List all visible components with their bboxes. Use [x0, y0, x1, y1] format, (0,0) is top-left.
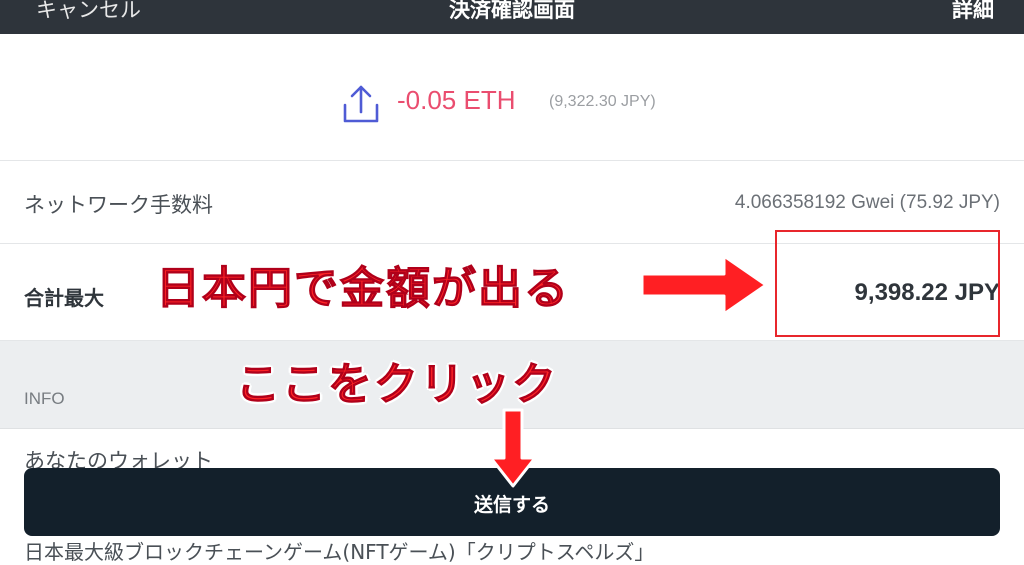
detail-button[interactable]: 詳細: [952, 0, 994, 24]
header-bar: キャンセル 決済確認画面 詳細: [0, 0, 1024, 34]
info-label: INFO: [24, 389, 65, 408]
cut-off-footer-text: 日本最大級ブロックチェーンゲーム(NFTゲーム)「クリプトスペルズ」: [24, 540, 655, 564]
jpy-amount: (9,322.30 JPY): [549, 93, 656, 110]
arrow-right-icon: [640, 254, 768, 316]
send-button-label: 送信する: [473, 494, 550, 516]
eth-amount: -0.05 ETH: [397, 85, 516, 115]
upload-icon: [338, 81, 384, 131]
annotation-click-note: ここをクリック: [236, 359, 558, 411]
amount-summary: -0.05 ETH (9,322.30 JPY): [0, 34, 1024, 161]
network-fee-label: ネットワーク手数料: [24, 193, 213, 217]
arrow-down-icon: [489, 408, 537, 488]
total-max-label: 合計最大: [24, 286, 104, 310]
network-fee-value: 4.066358192 Gwei (75.92 JPY): [734, 192, 1000, 213]
highlight-box: [775, 230, 1000, 337]
annotation-yen-note: 日本円で金額が出る: [156, 263, 570, 315]
page-title: 決済確認画面: [449, 0, 575, 22]
